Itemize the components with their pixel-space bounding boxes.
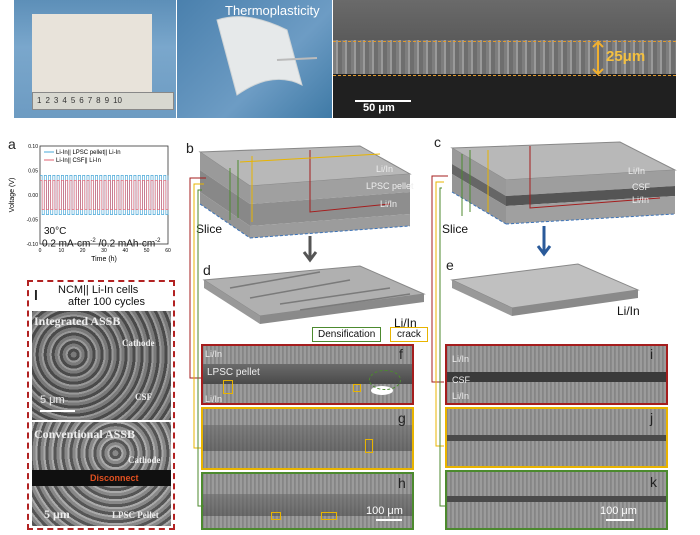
- sem-scale-label: 50 μm: [363, 102, 395, 114]
- panel-g: [201, 407, 414, 470]
- film-photo: 1 2 3 4 5 6 7 8 9 10: [14, 0, 176, 118]
- panel-l-title1: NCM|| Li-In cells: [58, 284, 139, 296]
- cathode2-label: Cathode: [128, 455, 161, 465]
- i-mid: CSF: [452, 375, 470, 385]
- y-axis-label: Voltage (V): [9, 178, 16, 213]
- film-sheet: [32, 14, 152, 94]
- scale1-label: 5 μm: [40, 394, 65, 406]
- ruler: 1 2 3 4 5 6 7 8 9 10: [32, 92, 174, 110]
- series-line-1: [40, 179, 169, 211]
- panel-k: [445, 470, 668, 530]
- panel-h-letter: h: [398, 475, 406, 491]
- panel-l-title2: after 100 cycles: [68, 296, 146, 308]
- x-tick-label: 60: [165, 248, 171, 254]
- conventional-label: Conventional ASSB: [34, 427, 136, 441]
- ruler-number: 4: [62, 96, 67, 105]
- panel-g-letter: g: [398, 410, 406, 426]
- scale1-bar: [40, 410, 75, 412]
- i-top: Li/In: [452, 354, 470, 364]
- thermoplastic-photo: Thermoplasticity: [177, 0, 332, 118]
- ruler-number: 8: [96, 96, 101, 105]
- lpsc-pellet-label: LPSC Pellet: [112, 510, 159, 520]
- b-layer-bot: Li/In: [380, 199, 398, 209]
- c-down-arrow-icon: [536, 226, 552, 257]
- ruler-number: 5: [70, 96, 76, 105]
- y-tick-label: 0.00: [28, 193, 38, 199]
- panel-e-surface: [450, 263, 640, 316]
- f-mid: LPSC pellet: [207, 367, 260, 378]
- y-tick-label: 0.05: [28, 169, 38, 175]
- c-layer-mid: CSF: [632, 182, 650, 192]
- densification-legend: Densification: [312, 327, 382, 342]
- csf-label: CSF: [135, 392, 153, 402]
- h-scale-label: 100 μm: [366, 505, 403, 517]
- cathode1-label: Cathode: [122, 338, 155, 348]
- b-layer-top: Li/In: [376, 164, 394, 174]
- ruler-number: 10: [113, 96, 122, 105]
- temp-label: 30°C: [44, 226, 67, 237]
- e-label: Li/In: [617, 304, 640, 318]
- k-scale-bar: [606, 519, 634, 521]
- ruler-number: 6: [79, 96, 84, 105]
- ruler-number: 9: [104, 96, 110, 105]
- crack-legend: crack: [390, 327, 428, 342]
- legend-entry-1: Li-In|| CSF|| Li-In: [56, 158, 101, 164]
- panel-i: [445, 344, 668, 405]
- x-axis-label: Time (h): [91, 256, 117, 263]
- c-connectors: [431, 175, 448, 507]
- panel-j: [445, 407, 668, 468]
- legend-entry-0: Li-In|| LPSC pellet|| Li-In: [56, 150, 121, 156]
- panel-i-letter: i: [650, 346, 654, 362]
- condition-label: 0.2 mA·cm-2 /0.2 mAh·cm-2: [42, 238, 161, 250]
- c-layer-top: Li/In: [628, 166, 646, 176]
- panel-h: [201, 472, 414, 530]
- disconnect-label: Disconnect: [90, 473, 139, 483]
- y-tick-label: 0.10: [28, 144, 38, 150]
- y-tick-label: -0.10: [27, 242, 39, 248]
- y-tick-label: -0.05: [27, 218, 39, 224]
- scale2-label: 5 μm: [44, 507, 70, 521]
- k-scale-label: 100 μm: [600, 505, 637, 517]
- ruler-number: 2: [45, 96, 50, 105]
- b-connectors: [189, 177, 206, 507]
- ruler-number: 1: [37, 96, 42, 105]
- thermo-label: Thermoplasticity: [225, 3, 320, 18]
- ruler-number: 7: [87, 96, 93, 105]
- panel-f-letter: f: [399, 346, 403, 362]
- thickness-label: 25μm: [606, 48, 646, 65]
- b-layer-mid: LPSC pellet: [366, 181, 414, 191]
- ruler-number: 3: [53, 96, 59, 105]
- panel-k-letter: k: [650, 474, 657, 490]
- voltage-chart: 0 10 20 30 40 50 600.100.050.00-0.05-0.10Time …: [9, 144, 171, 263]
- panel-a-chart: 0 10 20 30 40 50 60 0.10 0.05 0.00 -0.05 -0.10 Time …: [0, 138, 180, 278]
- panel-j-letter: j: [650, 410, 654, 426]
- integrated-label: Integrated ASSB: [34, 314, 121, 328]
- h-scale-bar: [376, 519, 402, 521]
- c-layer-bot: Li/In: [632, 195, 650, 205]
- i-bot: Li/In: [452, 391, 470, 401]
- sem-cross-section: 25μm 50 μm: [333, 0, 676, 118]
- panel-l-letter: l: [34, 287, 38, 303]
- thickness-arrow-icon: [592, 40, 604, 76]
